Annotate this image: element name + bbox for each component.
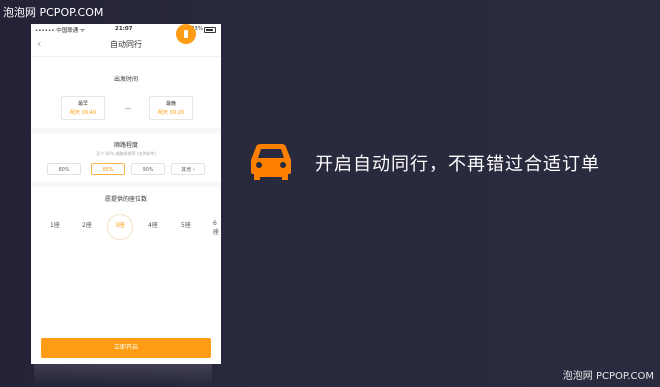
section-divider xyxy=(31,128,221,133)
start-button[interactable]: 立即开启 xyxy=(41,338,211,358)
seat-option-5[interactable]: 5座 xyxy=(181,220,191,229)
status-time: 21:07 xyxy=(115,26,133,32)
route-option-other[interactable]: 其他 › xyxy=(171,163,205,175)
section-divider xyxy=(31,182,221,187)
latest-label: 最晚 xyxy=(165,101,176,107)
headline-text: 开启自动同行，不再错过合适订单 xyxy=(315,154,600,175)
route-match-title: 顺路程度 xyxy=(113,142,138,149)
seat-option-1[interactable]: 1座 xyxy=(50,220,60,229)
floating-action-button[interactable] xyxy=(176,24,196,44)
phone-screen: •••••• 中国联通 ᯤ 21:07 83% ‹ 自动同行 出发时间 最早 明… xyxy=(31,24,221,364)
carrier-label: •••••• 中国联通 ᯤ xyxy=(35,28,85,34)
route-option-80[interactable]: 80% xyxy=(47,163,81,175)
watermark-top: 泡泡网 PCPOP.COM xyxy=(3,6,104,19)
video-frame: 泡泡网 PCPOP.COM •••••• 中国联通 ᯤ 21:07 83% ‹ … xyxy=(0,0,660,387)
watermark-bottom: 泡泡网 PCPOP.COM xyxy=(562,371,654,382)
seat-option-4[interactable]: 4座 xyxy=(148,220,158,229)
seats-section-title: 愿提供的座位数 xyxy=(104,196,147,203)
seat-option-2[interactable]: 2座 xyxy=(82,220,92,229)
earliest-value: 明天 09:40 xyxy=(70,110,96,116)
departure-section-title: 出发时间 xyxy=(113,76,138,83)
route-match-note: 至少 60% 顺路即推荐 (仅供参考) xyxy=(96,151,156,156)
latest-time-picker[interactable]: 最晚 明天 09:20 xyxy=(149,96,193,120)
latest-value: 明天 09:20 xyxy=(158,110,184,116)
phone-reflection xyxy=(34,364,212,386)
route-option-90[interactable]: 90% xyxy=(131,163,165,175)
route-option-85[interactable]: 85% xyxy=(91,163,125,175)
car-icon xyxy=(251,144,291,180)
seat-option-6[interactable]: 6座 xyxy=(213,220,221,236)
time-range-dash xyxy=(125,108,131,109)
seat-option-3[interactable]: 3座 xyxy=(115,220,125,229)
earliest-time-picker[interactable]: 最早 明天 09:40 xyxy=(61,96,105,120)
battery-icon xyxy=(204,27,216,33)
earliest-label: 最早 xyxy=(77,101,88,107)
